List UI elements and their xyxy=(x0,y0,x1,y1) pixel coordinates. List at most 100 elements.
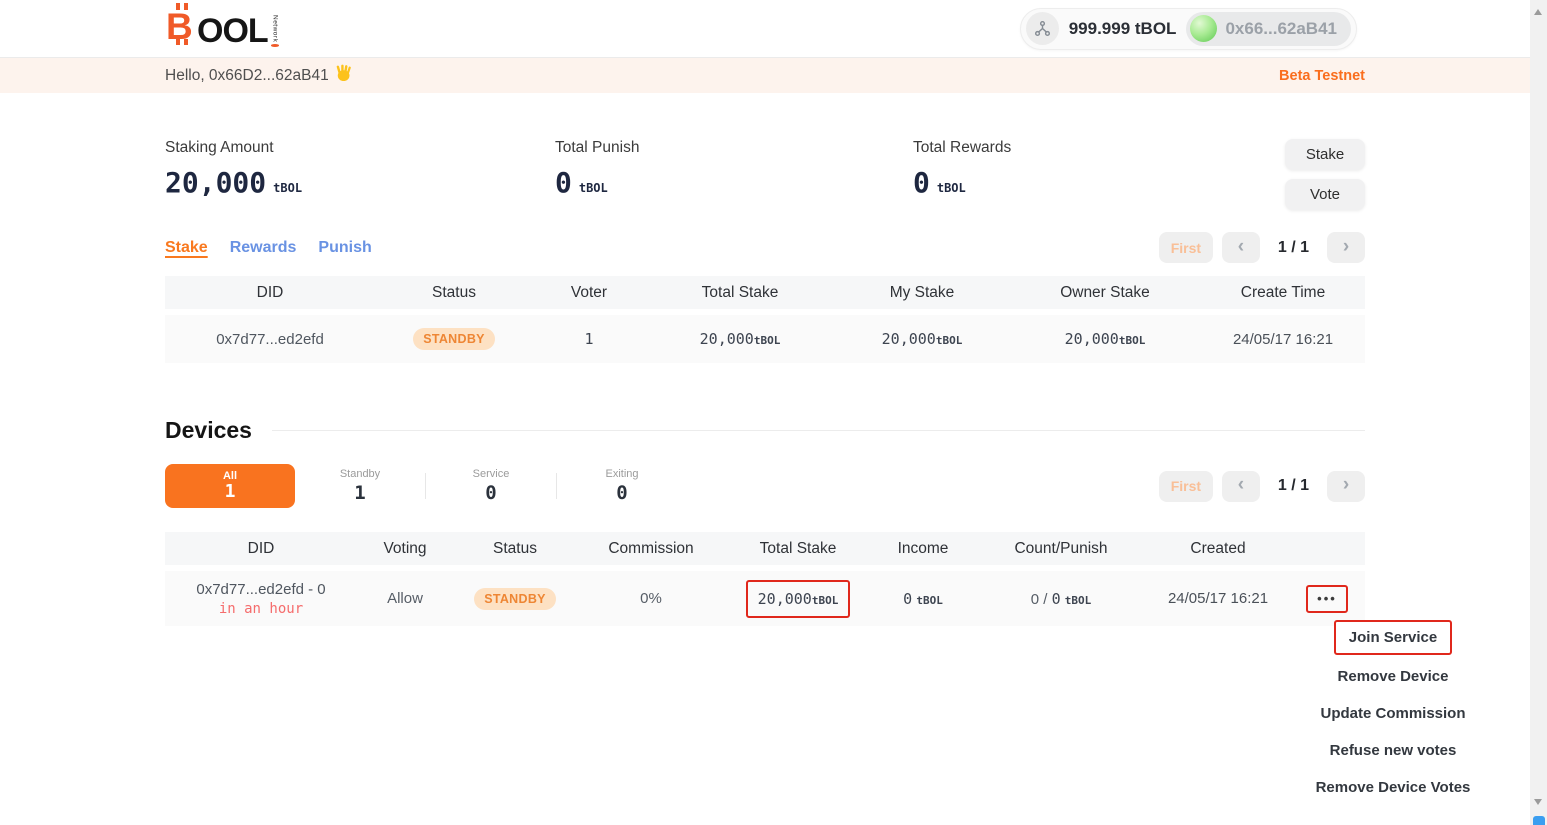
income-value: 0 xyxy=(903,590,912,608)
voting-value: Allow xyxy=(357,571,453,626)
main-content: Staking Amount 20,000 tBOL Total Punish … xyxy=(165,139,1365,632)
logo-wordmark: OOL xyxy=(197,11,268,51)
divider xyxy=(272,430,1365,431)
prev-page-button[interactable]: ‹ xyxy=(1222,471,1260,502)
status-badge: STANDBY xyxy=(474,588,556,610)
commission-value: 0% xyxy=(577,571,725,626)
corner-widget xyxy=(1533,816,1545,825)
col-create-time: Create Time xyxy=(1201,276,1365,309)
device-created: 24/05/17 16:21 xyxy=(1147,571,1289,626)
wave-icon xyxy=(335,64,353,87)
filter-service[interactable]: Service 0 xyxy=(426,468,556,504)
col-status: Status xyxy=(375,276,533,309)
menu-item-join-service[interactable]: Join Service xyxy=(1349,629,1437,646)
status-badge: STANDBY xyxy=(413,328,495,350)
stake-button[interactable]: Stake xyxy=(1285,139,1365,170)
wallet-pill[interactable]: 999.999 tBOL 0x66...62aB41 xyxy=(1020,8,1357,50)
page: B OOL Network xyxy=(0,0,1547,825)
stat-total-rewards: Total Rewards 0 tBOL xyxy=(913,139,1213,210)
owner-stake-value: 20,000 xyxy=(1065,330,1119,348)
device-total-stake: 20,000 xyxy=(758,590,812,608)
beta-testnet-label: Beta Testnet xyxy=(1279,68,1365,84)
viewport: B OOL Network xyxy=(0,0,1530,825)
tab-punish[interactable]: Punish xyxy=(318,239,371,257)
menu-item-remove-device[interactable]: Remove Device xyxy=(1338,658,1449,695)
devices-section-header: Devices xyxy=(165,417,1365,444)
col-total-stake: Total Stake xyxy=(725,532,871,565)
devices-pagination: First ‹ 1 / 1 › xyxy=(1159,471,1365,502)
stat-total-punish: Total Punish 0 tBOL xyxy=(555,139,913,210)
stat-value: 0 xyxy=(913,166,930,199)
logo-dot xyxy=(271,44,279,47)
col-voting: Voting xyxy=(357,532,453,565)
filter-exiting[interactable]: Exiting 0 xyxy=(557,468,687,504)
col-status: Status xyxy=(453,532,577,565)
stat-label: Total Punish xyxy=(555,139,913,157)
menu-item-remove-device-votes[interactable]: Remove Device Votes xyxy=(1316,769,1471,806)
ellipsis-menu-button[interactable]: ••• xyxy=(1317,591,1337,607)
logo-network-label: Network xyxy=(271,15,279,42)
stat-staking-amount: Staking Amount 20,000 tBOL xyxy=(165,139,555,210)
vertical-scrollbar[interactable] xyxy=(1530,0,1547,825)
bitcoin-b-icon: B xyxy=(165,2,197,51)
col-did: DID xyxy=(165,276,375,309)
punish-value: 0 xyxy=(1052,590,1061,608)
prev-page-button[interactable]: ‹ xyxy=(1222,232,1260,263)
device-filters: All 1 Standby 1 Service 0 Exiting 0 xyxy=(165,464,1365,508)
stat-label: Total Rewards xyxy=(913,139,1213,157)
stat-label: Staking Amount xyxy=(165,139,555,157)
stat-unit: tBOL xyxy=(273,181,302,195)
col-actions xyxy=(1289,532,1365,565)
page-indicator: 1 / 1 xyxy=(1278,477,1309,495)
next-page-button[interactable]: › xyxy=(1327,232,1365,263)
address-pill[interactable]: 0x66...62aB41 xyxy=(1186,12,1351,46)
bool-logo[interactable]: B OOL Network xyxy=(165,7,279,51)
col-my-stake: My Stake xyxy=(835,276,1009,309)
device-did: 0x7d77...ed2efd - 0 xyxy=(165,581,357,598)
col-commission: Commission xyxy=(577,532,725,565)
filter-all[interactable]: All 1 xyxy=(165,464,295,508)
first-page-button[interactable]: First xyxy=(1159,232,1213,263)
tab-rewards[interactable]: Rewards xyxy=(230,239,297,257)
create-time-value: 24/05/17 16:21 xyxy=(1201,315,1365,363)
stake-table-row: 0x7d77...ed2efd STANDBY 1 20,000tBOL 20,… xyxy=(165,315,1365,363)
menu-item-update-commission[interactable]: Update Commission xyxy=(1320,695,1465,732)
stat-value: 0 xyxy=(555,166,572,199)
stats-row: Staking Amount 20,000 tBOL Total Punish … xyxy=(165,139,1365,210)
my-stake-value: 20,000 xyxy=(882,330,936,348)
col-created: Created xyxy=(1147,532,1289,565)
tab-stake[interactable]: Stake xyxy=(165,239,208,257)
page-indicator: 1 / 1 xyxy=(1278,239,1309,257)
col-voter: Voter xyxy=(533,276,645,309)
greeting-text: Hello, 0x66D2...62aB41 xyxy=(165,67,329,85)
device-expiry: in an hour xyxy=(165,601,357,617)
devices-table: DID Voting Status Commission Total Stake… xyxy=(165,526,1365,632)
device-row: 0x7d77...ed2efd - 0 in an hour Allow STA… xyxy=(165,571,1365,626)
scroll-up-icon[interactable] xyxy=(1534,9,1542,15)
device-context-menu: Join Service Remove Device Update Commis… xyxy=(1313,620,1473,806)
app-header: B OOL Network xyxy=(0,0,1530,58)
stake-table: DID Status Voter Total Stake My Stake Ow… xyxy=(165,270,1365,369)
col-count-punish: Count/Punish xyxy=(975,532,1147,565)
scroll-down-icon[interactable] xyxy=(1534,799,1542,805)
col-total-stake: Total Stake xyxy=(645,276,835,309)
first-page-button[interactable]: First xyxy=(1159,471,1213,502)
vote-button[interactable]: Vote xyxy=(1285,179,1365,210)
stat-unit: tBOL xyxy=(937,181,966,195)
wallet-balance: 999.999 tBOL xyxy=(1069,19,1177,39)
voter-value: 1 xyxy=(584,330,593,348)
avatar xyxy=(1190,15,1217,42)
filter-standby[interactable]: Standby 1 xyxy=(295,468,425,504)
menu-item-refuse-new-votes[interactable]: Refuse new votes xyxy=(1330,732,1457,769)
tabs-row: Stake Rewards Punish First ‹ 1 / 1 › xyxy=(165,232,1365,263)
did-value: 0x7d77...ed2efd xyxy=(165,315,375,363)
stake-table-header: DID Status Voter Total Stake My Stake Ow… xyxy=(165,276,1365,309)
stake-pagination: First ‹ 1 / 1 › xyxy=(1159,232,1365,263)
devices-table-header: DID Voting Status Commission Total Stake… xyxy=(165,532,1365,565)
next-page-button[interactable]: › xyxy=(1327,471,1365,502)
col-owner-stake: Owner Stake xyxy=(1009,276,1201,309)
stat-unit: tBOL xyxy=(579,181,608,195)
col-income: Income xyxy=(871,532,975,565)
annotation-box-join-service: Join Service xyxy=(1334,620,1452,655)
annotation-box-total-stake: 20,000tBOL xyxy=(746,580,851,618)
